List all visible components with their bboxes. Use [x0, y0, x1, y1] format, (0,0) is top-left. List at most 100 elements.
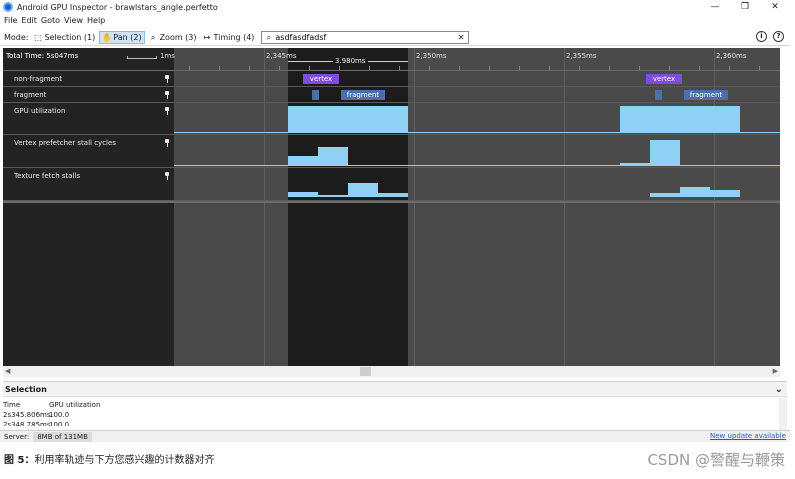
- track-label: Texture fetch stalls: [14, 172, 81, 180]
- zoom-icon: ⌕: [150, 32, 156, 42]
- server-label: Server:: [4, 432, 30, 441]
- caption-prefix: 图 5：: [4, 455, 35, 466]
- window-title: Android GPU Inspector - brawlstars_angle…: [17, 2, 218, 12]
- tick-mark: [759, 66, 760, 70]
- window-controls: — ❐ ✕: [700, 0, 790, 14]
- pin-icon[interactable]: [164, 91, 170, 99]
- tick-label: 2,345ms: [266, 52, 297, 60]
- title-bar: Android GPU Inspector - brawlstars_angle…: [0, 0, 790, 14]
- track-gpu-utilization[interactable]: GPU utilization: [3, 104, 780, 135]
- counter-bar: [288, 192, 318, 197]
- help-icon[interactable]: ?: [773, 31, 784, 42]
- slice-fragment[interactable]: fragment: [684, 90, 728, 100]
- table-header-row: Time GPU utilization: [3, 400, 109, 410]
- track-end-divider: [3, 201, 780, 203]
- tick-mark: [669, 66, 670, 70]
- minimize-button[interactable]: —: [700, 0, 730, 14]
- track-vertex-prefetcher-stalls[interactable]: Vertex prefetcher stall cycles: [3, 136, 780, 168]
- tick-mark: [279, 66, 280, 70]
- time-ruler[interactable]: Total Time: 5s047ms 1ms 2,345ms 2,350ms …: [3, 48, 780, 71]
- search-input[interactable]: [275, 32, 456, 42]
- menu-edit[interactable]: Edit: [21, 16, 37, 25]
- tick-mark: [549, 66, 550, 70]
- mode-label: Mode:: [4, 32, 29, 42]
- tick-mark: [579, 66, 580, 70]
- menu-bar: File Edit Goto View Help: [0, 14, 790, 26]
- counter-bar: [710, 190, 740, 197]
- mode-timing-button[interactable]: ↦ Timing (4): [201, 31, 257, 44]
- search-box[interactable]: ⌕ ✕: [261, 30, 470, 44]
- tick-mark: [459, 66, 460, 70]
- tick-mark: [519, 66, 520, 70]
- counter-baseline: [174, 165, 780, 166]
- clear-search-icon[interactable]: ✕: [458, 32, 465, 44]
- track-label: Vertex prefetcher stall cycles: [14, 139, 116, 147]
- counter-baseline: [174, 132, 780, 133]
- mode-zoom-label: Zoom (3): [159, 32, 197, 42]
- table-row[interactable]: 2s348.785ms 100.0: [3, 420, 109, 426]
- pin-icon[interactable]: [164, 172, 170, 180]
- counter-bar: [378, 193, 408, 197]
- slice-vertex[interactable]: vertex: [303, 74, 339, 84]
- horizontal-scrollbar[interactable]: ◀ ▶: [3, 366, 780, 377]
- pin-icon[interactable]: [164, 75, 170, 83]
- slice-vertex[interactable]: vertex: [646, 74, 682, 84]
- menu-view[interactable]: View: [64, 16, 83, 25]
- track-texture-fetch-stalls[interactable]: Texture fetch stalls: [3, 169, 780, 201]
- track-non-fragment[interactable]: non-fragment vertex vertex: [3, 72, 780, 87]
- mode-toolbar: Mode: ⬚ Selection (1) ✋ Pan (2) ⌕ Zoom (…: [0, 29, 790, 46]
- counter-bar: [620, 106, 740, 132]
- slice-fragment[interactable]: fragment: [341, 90, 385, 100]
- selection-scrollbar[interactable]: [779, 398, 787, 430]
- tick-mark: [609, 66, 610, 70]
- watermark: CSDN @警醒与鞭策: [647, 451, 785, 469]
- time-cell: 2s348.785ms: [3, 421, 51, 426]
- tick-mark: [309, 66, 310, 70]
- tick-mark: [339, 66, 340, 70]
- counter-bar: [620, 163, 650, 165]
- scroll-left-icon[interactable]: ◀: [5, 367, 10, 375]
- close-button[interactable]: ✕: [760, 0, 790, 14]
- scroll-right-icon[interactable]: ▶: [773, 367, 778, 375]
- counter-bar: [318, 147, 348, 165]
- mode-pan-button[interactable]: ✋ Pan (2): [99, 30, 145, 44]
- tick-mark: [219, 66, 220, 70]
- mode-selection-button[interactable]: ⬚ Selection (1): [32, 31, 98, 44]
- mode-selection-label: Selection (1): [44, 32, 96, 42]
- timing-icon: ↦: [203, 32, 211, 42]
- tick-mark: [729, 66, 730, 70]
- column-header: GPU utilization: [49, 401, 101, 409]
- menu-file[interactable]: File: [4, 16, 17, 25]
- pin-icon[interactable]: [164, 107, 170, 115]
- trace-view[interactable]: Total Time: 5s047ms 1ms 2,345ms 2,350ms …: [3, 48, 780, 366]
- track-label: non-fragment: [14, 75, 63, 83]
- selection-table: Time GPU utilization 2s345.806ms 100.0 2…: [3, 400, 109, 426]
- tick-label: 2,360ms: [716, 52, 747, 60]
- tick-mark: [489, 66, 490, 70]
- menu-help[interactable]: Help: [87, 16, 105, 25]
- mode-timing-label: Timing (4): [213, 32, 255, 42]
- slice-fragment[interactable]: [312, 90, 319, 100]
- table-row[interactable]: 2s345.806ms 100.0: [3, 410, 109, 420]
- info-icon[interactable]: i: [756, 31, 767, 42]
- chevron-down-icon[interactable]: ⌄: [775, 384, 783, 395]
- app-logo-icon: [3, 2, 13, 12]
- selection-icon: ⬚: [34, 32, 42, 42]
- mode-zoom-button[interactable]: ⌕ Zoom (3): [147, 31, 199, 44]
- menu-goto[interactable]: Goto: [41, 16, 60, 25]
- selection-panel-header[interactable]: Selection: [3, 382, 787, 397]
- counter-bar: [680, 187, 710, 197]
- track-fragment[interactable]: fragment fragment fragment: [3, 88, 780, 103]
- pin-icon[interactable]: [164, 139, 170, 147]
- tick-mark: [249, 66, 250, 70]
- maximize-button[interactable]: ❐: [730, 0, 760, 14]
- slice-fragment[interactable]: [655, 90, 662, 100]
- scrollbar-thumb[interactable]: [360, 367, 371, 376]
- update-link[interactable]: New update available: [710, 432, 786, 440]
- tick-mark: [189, 66, 190, 70]
- figure-caption: 图 5：利用率轨迹与下方您感兴趣的计数器对齐: [4, 451, 214, 466]
- value-cell: 100.0: [49, 421, 70, 426]
- search-icon: ⌕: [266, 32, 272, 42]
- tick-mark: [369, 66, 370, 70]
- counter-bar: [650, 193, 680, 197]
